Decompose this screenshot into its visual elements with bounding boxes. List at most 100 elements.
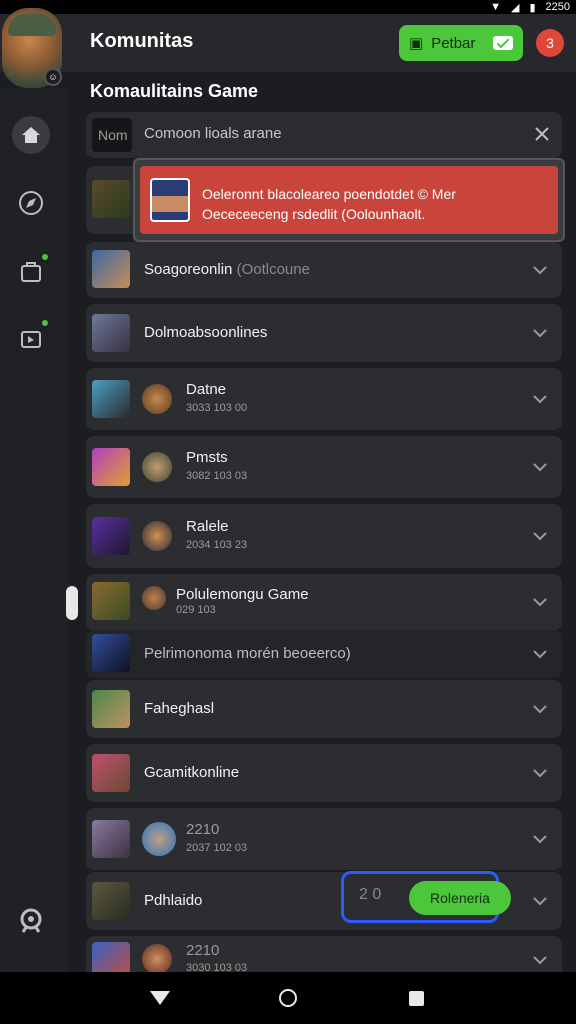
row-subtitle: 3082 103 03 [186, 470, 248, 482]
chevron-down-icon[interactable] [532, 391, 548, 407]
chevron-down-icon[interactable] [532, 325, 548, 341]
avatar [142, 384, 172, 414]
game-thumbnail [92, 690, 130, 728]
chevron-down-icon[interactable] [532, 701, 548, 717]
avatar [142, 452, 172, 482]
join-button[interactable]: Roleneria [409, 881, 511, 915]
game-thumbnail [92, 448, 130, 486]
chevron-down-icon[interactable] [532, 528, 548, 544]
row-title: Ralele [186, 518, 229, 535]
compass-icon[interactable] [12, 184, 50, 222]
game-thumbnail [92, 380, 130, 418]
row-title: Datne [186, 381, 227, 398]
row-title: 2210 [186, 942, 220, 959]
status-bar: ▼ ◢ ▮ 2250 [0, 0, 576, 14]
recents-icon[interactable] [409, 991, 424, 1006]
store-dot-indicator [40, 252, 50, 262]
header-action-button[interactable]: ▣ Petbar [399, 25, 523, 61]
chevron-down-icon[interactable] [532, 459, 548, 475]
row-title: Pdhlaido [144, 892, 203, 909]
system-nav-bar [0, 972, 576, 1024]
home-nav-icon[interactable] [279, 989, 297, 1007]
row-title: Pmsts [186, 449, 228, 466]
avatar [142, 822, 176, 856]
chevron-down-icon[interactable] [532, 262, 548, 278]
app-title: Komunitas [90, 30, 194, 52]
controller-icon: ▣ [409, 35, 424, 52]
store-icon[interactable] [12, 252, 50, 290]
row-subtitle: 029 103 [176, 604, 216, 616]
sidebar [0, 88, 68, 972]
game-thumbnail [92, 180, 130, 218]
game-thumbnail [92, 820, 130, 858]
game-thumbnail [92, 314, 130, 352]
game-thumbnail [92, 582, 130, 620]
game-thumbnail [92, 882, 130, 920]
list-item[interactable]: Gcamitkonline [86, 744, 562, 802]
signal-icon: ◢ [510, 1, 520, 14]
battery-icon: ▮ [529, 1, 536, 14]
row-title: Pelrimonoma morén beoeerco) [144, 645, 351, 662]
row-title: Soagoreonlin (Ootlcoune [144, 261, 310, 278]
toast-line-1: Oeleronnt blacoleareo poendotdet © Mer [202, 186, 456, 202]
row-subtitle: 3033 103 00 [186, 402, 248, 414]
game-thumbnail [92, 517, 130, 555]
row-subtitle: 2037 102 03 [186, 842, 248, 854]
close-icon[interactable] [534, 126, 550, 142]
chevron-down-icon[interactable] [532, 594, 548, 610]
game-thumbnail [92, 942, 130, 972]
back-icon[interactable] [150, 991, 170, 1010]
library-icon[interactable] [12, 318, 50, 356]
list-item[interactable]: Polulemongu Game 029 103 [86, 574, 562, 630]
library-dot-indicator [40, 318, 50, 328]
list-item[interactable]: 2210 2037 102 03 [86, 808, 562, 870]
game-thumbnail [92, 634, 130, 672]
status-time: 2250 [545, 1, 570, 13]
list-item[interactable]: Dolmoabsoonlines [86, 304, 562, 362]
support-icon[interactable] [12, 902, 50, 940]
row-title: Faheghasl [144, 700, 215, 717]
join-count: 2 0 [359, 886, 382, 903]
game-thumbnail [92, 754, 130, 792]
row-title: Gcamitkonline [144, 764, 240, 781]
row-subtitle: 3030 103 03 [186, 962, 248, 972]
avatar [142, 944, 172, 972]
list-item[interactable]: 2210 3030 103 03 [86, 936, 562, 972]
chevron-down-icon[interactable] [532, 831, 548, 847]
avatar [142, 586, 166, 610]
chevron-down-icon[interactable] [532, 646, 548, 662]
toast-avatar [150, 178, 190, 222]
toast-notification[interactable]: Oeleronnt blacoleareo poendotdet © Mer O… [133, 158, 565, 242]
row-title: 2210 [186, 821, 220, 838]
row-title-text: Soagoreonlin [144, 261, 233, 278]
chevron-down-icon[interactable] [532, 952, 548, 968]
list-item[interactable]: Faheghasl [86, 680, 562, 738]
section-title: Komaulitains Game [90, 81, 259, 101]
toast-body: Oeleronnt blacoleareo poendotdet © Mer O… [140, 166, 558, 234]
search-thumb: Nom [92, 118, 132, 152]
list-item[interactable]: Pmsts 3082 103 03 [86, 436, 562, 498]
list-item[interactable]: Datne 3033 103 00 [86, 368, 562, 430]
avatar-badge-icon: ☺ [44, 68, 62, 86]
search-input[interactable]: Comoon lioals arane [144, 125, 282, 142]
list-item[interactable]: Soagoreonlin (Ootlcoune [86, 242, 562, 298]
list-item[interactable]: Pelrimonoma morén beoeerco) [86, 630, 562, 678]
chevron-down-icon[interactable] [532, 893, 548, 909]
wifi-icon: ▼ [490, 1, 501, 13]
row-title: Dolmoabsoonlines [144, 324, 268, 341]
home-icon[interactable] [12, 116, 50, 154]
drawer-handle[interactable] [66, 586, 78, 620]
row-title-suffix: (Ootlcoune [236, 261, 310, 278]
search-bar[interactable]: Nom Comoon lioals arane [86, 112, 562, 158]
status-icons: ▼ ◢ ▮ 2250 [490, 0, 570, 14]
list-item[interactable]: Ralele 2034 103 23 [86, 504, 562, 568]
chevron-down-icon[interactable] [532, 765, 548, 781]
row-subtitle: 2034 103 23 [186, 539, 248, 551]
header-action-label: Petbar [431, 34, 476, 52]
message-icon [493, 36, 513, 50]
toast-line-2: Oececeeceng rsdedlit (Oolounhaolt. [202, 206, 426, 222]
game-thumbnail [92, 250, 130, 288]
avatar [142, 521, 172, 551]
notification-badge[interactable]: 3 [536, 29, 564, 57]
row-title: Polulemongu Game [176, 586, 309, 603]
